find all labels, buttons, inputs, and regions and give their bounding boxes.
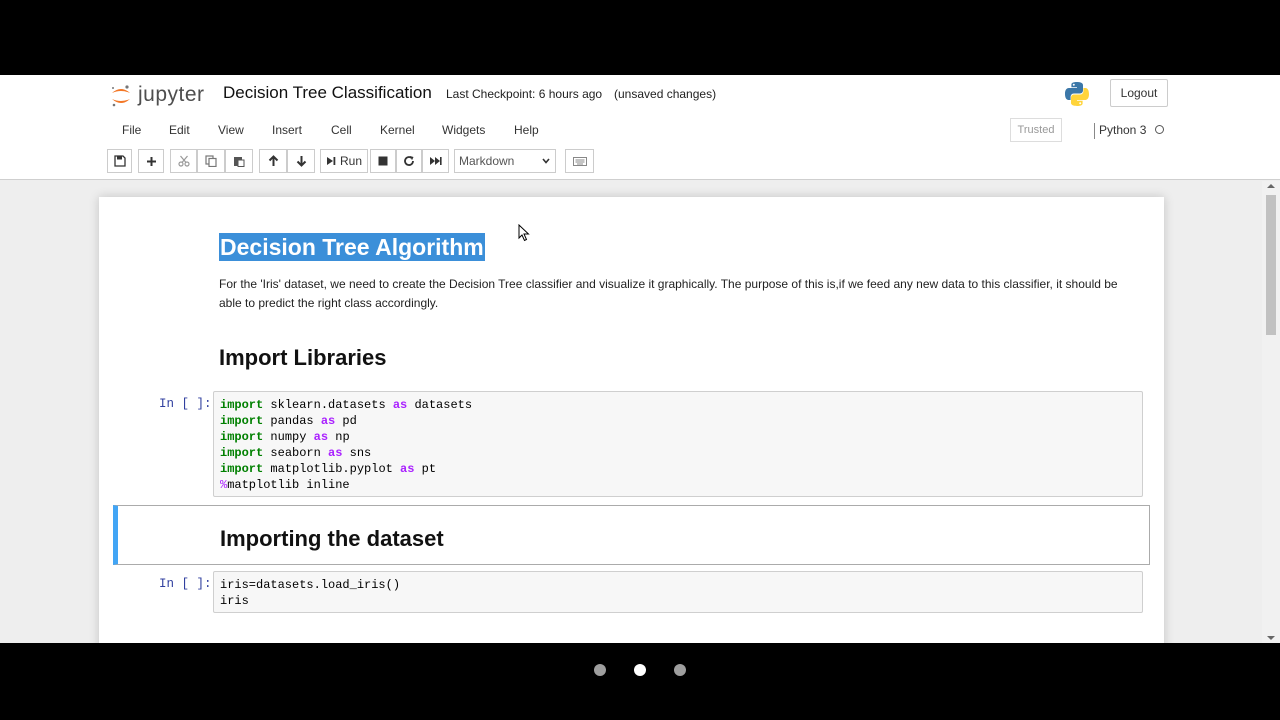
kernel-name[interactable]: Python 3 <box>1099 123 1146 137</box>
code-line: import numpy as np <box>220 430 350 444</box>
trusted-indicator[interactable]: Trusted <box>1010 118 1062 142</box>
interrupt-button[interactable] <box>370 149 396 173</box>
arrow-up-icon <box>268 155 278 166</box>
cell-type-select[interactable]: Markdown <box>454 149 556 173</box>
insert-cell-button[interactable] <box>138 149 164 173</box>
restart-run-all-button[interactable] <box>422 149 449 173</box>
markdown-paragraph[interactable]: For the 'Iris' dataset, we need to creat… <box>219 275 1139 313</box>
code-line: %matplotlib inline <box>220 478 350 492</box>
markdown-heading-decision-tree[interactable]: Decision Tree Algorithm <box>219 233 485 261</box>
kernel-divider <box>1094 123 1095 139</box>
code-line: import seaborn as sns <box>220 446 372 460</box>
refresh-icon <box>404 156 414 166</box>
menu-edit[interactable]: Edit <box>169 123 190 137</box>
menu-file[interactable]: File <box>122 123 141 137</box>
pager-dot[interactable] <box>674 664 686 676</box>
jupyter-logo-icon <box>110 84 132 107</box>
slide-pager <box>0 660 1280 680</box>
menu-insert[interactable]: Insert <box>272 123 302 137</box>
cell-type-value: Markdown <box>459 154 515 168</box>
keyboard-icon <box>572 156 587 166</box>
code-line: iris <box>220 594 249 608</box>
save-icon <box>113 155 126 167</box>
code-line: iris=datasets.load_iris() <box>220 578 401 592</box>
plus-icon <box>146 156 156 166</box>
logout-button[interactable]: Logout <box>1110 79 1168 107</box>
run-button-label: Run <box>339 154 362 168</box>
markdown-heading-import-libraries[interactable]: Import Libraries <box>219 345 386 371</box>
stop-icon <box>378 156 388 166</box>
mouse-pointer-icon <box>518 223 530 247</box>
paste-button[interactable] <box>225 149 253 173</box>
scrollbar-thumb[interactable] <box>1266 195 1276 335</box>
notebook-toolbar: Run Markdown <box>0 149 1280 177</box>
move-down-button[interactable] <box>287 149 315 173</box>
copy-button[interactable] <box>197 149 225 173</box>
jupyter-logo-text: jupyter <box>138 83 205 106</box>
autosave-status: (unsaved changes) <box>614 87 717 101</box>
arrow-down-icon <box>296 156 306 167</box>
code-cell-load-iris[interactable]: iris=datasets.load_iris() iris <box>213 571 1143 613</box>
menu-view[interactable]: View <box>218 123 244 137</box>
step-forward-icon <box>326 157 336 165</box>
notebook-container: Decision Tree Algorithm For the 'Iris' d… <box>99 197 1164 643</box>
move-up-button[interactable] <box>259 149 287 173</box>
markdown-heading-importing-dataset: Importing the dataset <box>220 526 444 551</box>
menu-help[interactable]: Help <box>514 123 539 137</box>
kernel-idle-indicator-icon <box>1155 125 1164 134</box>
paste-icon <box>234 157 245 167</box>
menu-cell[interactable]: Cell <box>331 123 352 137</box>
code-line: import matplotlib.pyplot as pt <box>220 462 437 476</box>
menu-bar: File Edit View Insert Cell Kernel Widget… <box>0 115 1280 145</box>
pager-dot-active[interactable] <box>634 664 646 676</box>
code-cell-prompt: In [ ]: <box>159 397 212 411</box>
jupyter-logo[interactable]: jupyter <box>110 80 205 110</box>
menu-kernel[interactable]: Kernel <box>380 123 415 137</box>
run-button[interactable]: Run <box>320 149 368 173</box>
selected-markdown-cell[interactable]: Importing the dataset <box>113 505 1150 565</box>
scroll-down-arrow-icon[interactable] <box>1267 635 1275 641</box>
code-line: import pandas as pd <box>220 414 357 428</box>
code-line: import sklearn.datasets as datasets <box>220 398 473 412</box>
jupyter-window: jupyter Decision Tree Classification Las… <box>0 75 1280 643</box>
checkpoint-status: Last Checkpoint: 6 hours ago <box>446 87 603 101</box>
vertical-scrollbar[interactable] <box>1262 181 1280 643</box>
notebook-header: jupyter Decision Tree Classification Las… <box>0 75 1280 180</box>
code-cell-prompt: In [ ]: <box>159 577 212 591</box>
copy-icon <box>205 155 217 167</box>
fast-forward-icon <box>430 157 442 165</box>
scroll-up-arrow-icon[interactable] <box>1267 183 1275 189</box>
menu-widgets[interactable]: Widgets <box>442 123 485 137</box>
python-logo-icon <box>1064 81 1090 112</box>
notebook-title[interactable]: Decision Tree Classification <box>223 83 432 103</box>
code-cell-imports[interactable]: import sklearn.datasets as datasets impo… <box>213 391 1143 497</box>
restart-kernel-button[interactable] <box>396 149 422 173</box>
pager-dot[interactable] <box>594 664 606 676</box>
cut-button[interactable] <box>170 149 197 173</box>
command-palette-button[interactable] <box>565 149 594 173</box>
save-button[interactable] <box>107 149 132 173</box>
scissors-icon <box>177 155 190 167</box>
chevron-down-icon <box>542 158 550 164</box>
